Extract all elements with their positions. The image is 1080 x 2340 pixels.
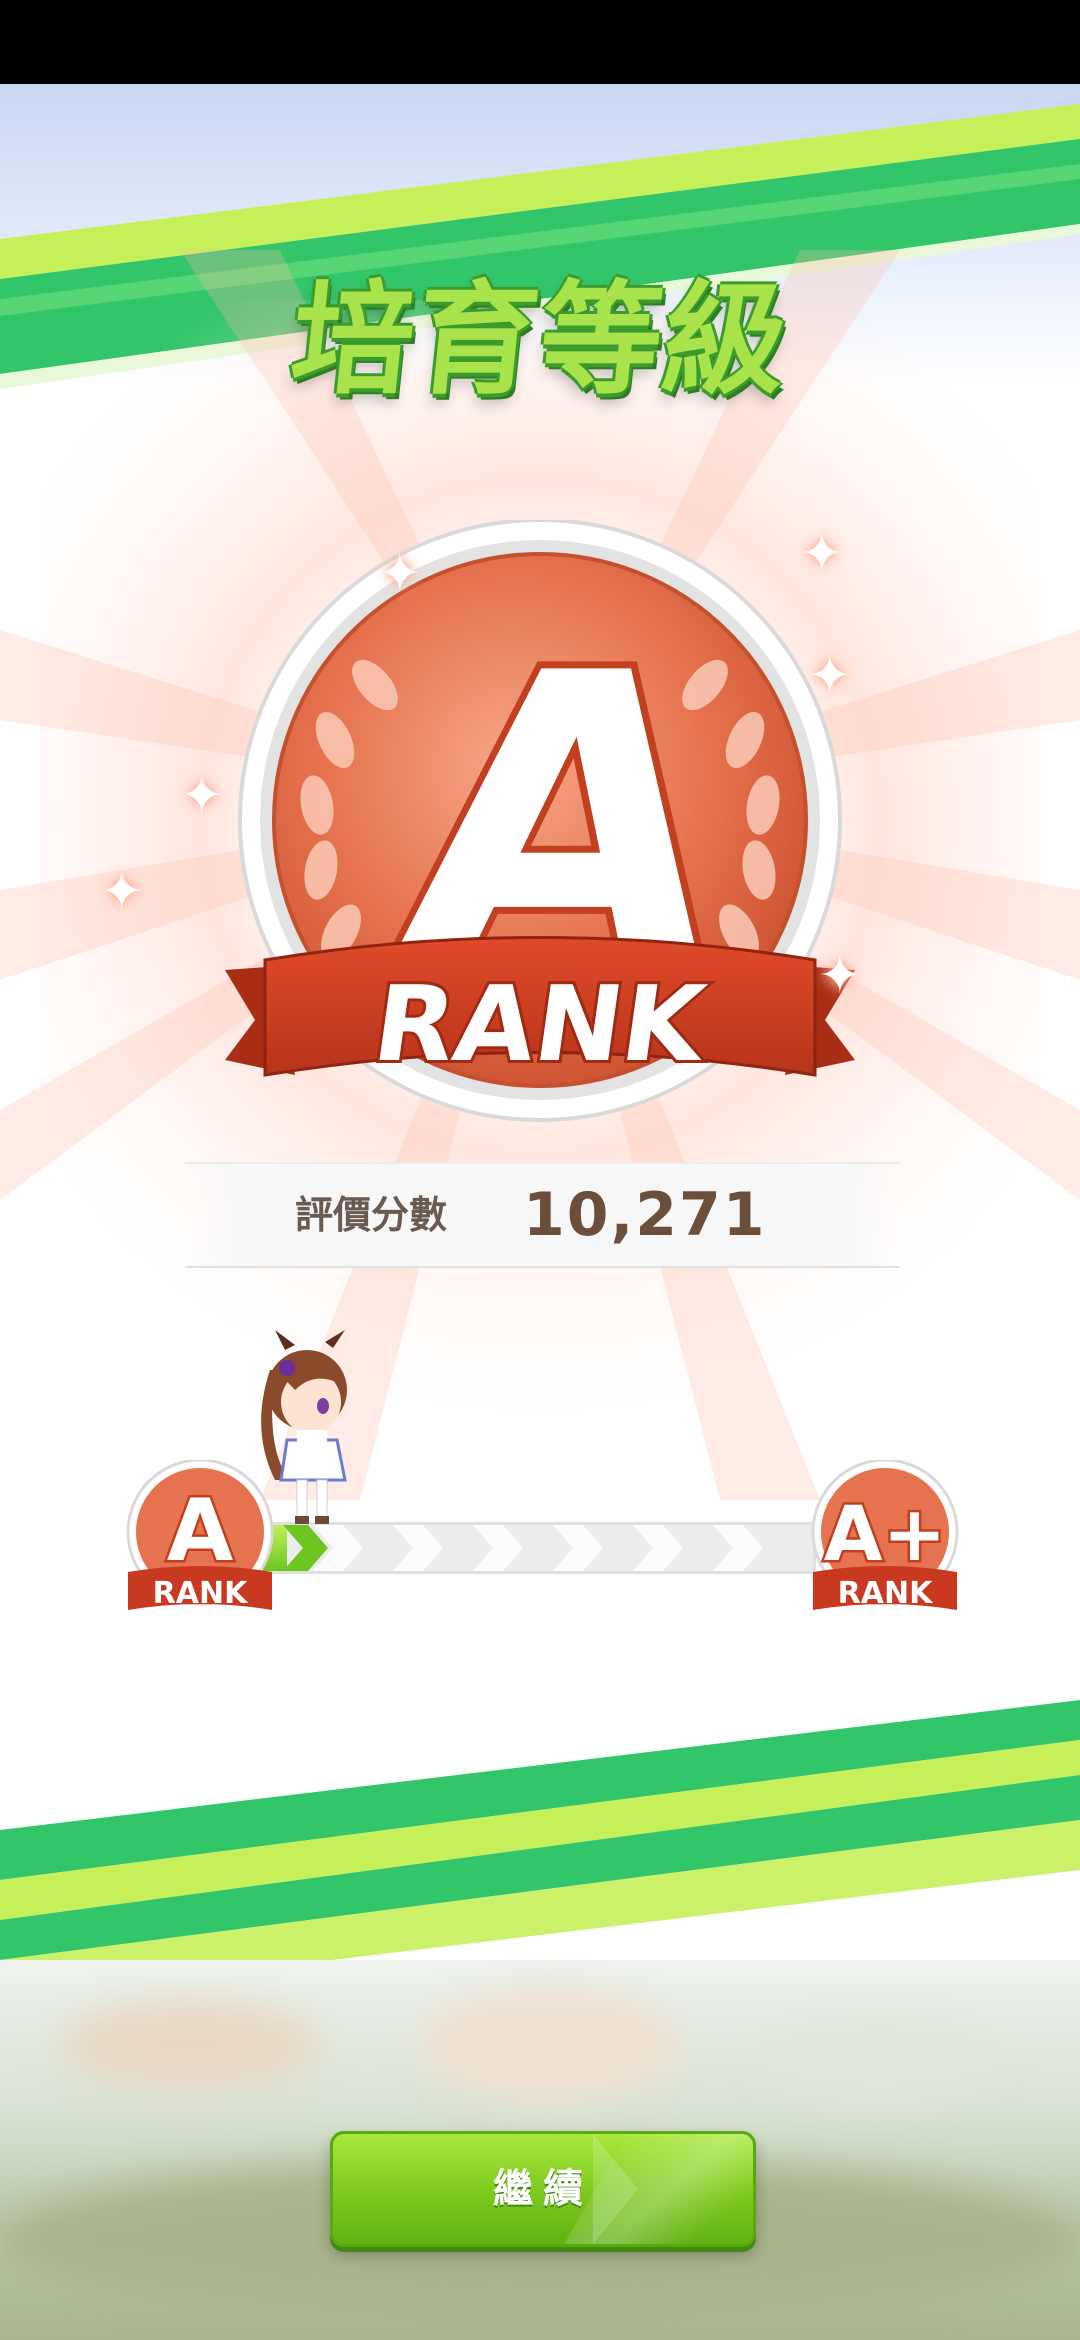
rank-progress: A RANK A+ RANK	[120, 1330, 970, 1620]
character-avatar	[261, 1330, 347, 1524]
sparkle-icon: ✦	[180, 766, 224, 826]
continue-label: 繼續	[493, 2166, 593, 2212]
score-value: 10,271	[523, 1180, 767, 1250]
next-rank-badge: A+ RANK	[805, 1458, 965, 1620]
sparkle-icon: ✦	[818, 946, 862, 1006]
chevron-pattern	[283, 1525, 763, 1571]
sparkle-icon: ✦	[808, 646, 852, 706]
rank-medal-graphic: A RANK	[225, 518, 855, 1122]
sparkle-icon: ✦	[100, 862, 144, 922]
sparkle-icon: ✦	[378, 544, 422, 604]
current-rank-label: RANK	[153, 1576, 249, 1611]
next-rank-letter: A+	[824, 1489, 947, 1578]
continue-button[interactable]: 繼續	[330, 2131, 756, 2247]
next-rank-label: RANK	[838, 1576, 934, 1611]
bottom-stripes	[0, 1700, 1080, 2000]
page-title: 培育等級	[284, 269, 796, 411]
status-bar	[0, 0, 1080, 84]
sparkle-icon: ✦	[800, 524, 844, 584]
score-panel: 評價分數 10,271	[185, 1162, 900, 1268]
rank-medal: A RANK	[225, 518, 855, 1140]
rank-ribbon-label: RANK	[367, 963, 716, 1084]
score-label: 評價分數	[295, 1193, 448, 1237]
current-rank-letter: A	[167, 1481, 234, 1581]
